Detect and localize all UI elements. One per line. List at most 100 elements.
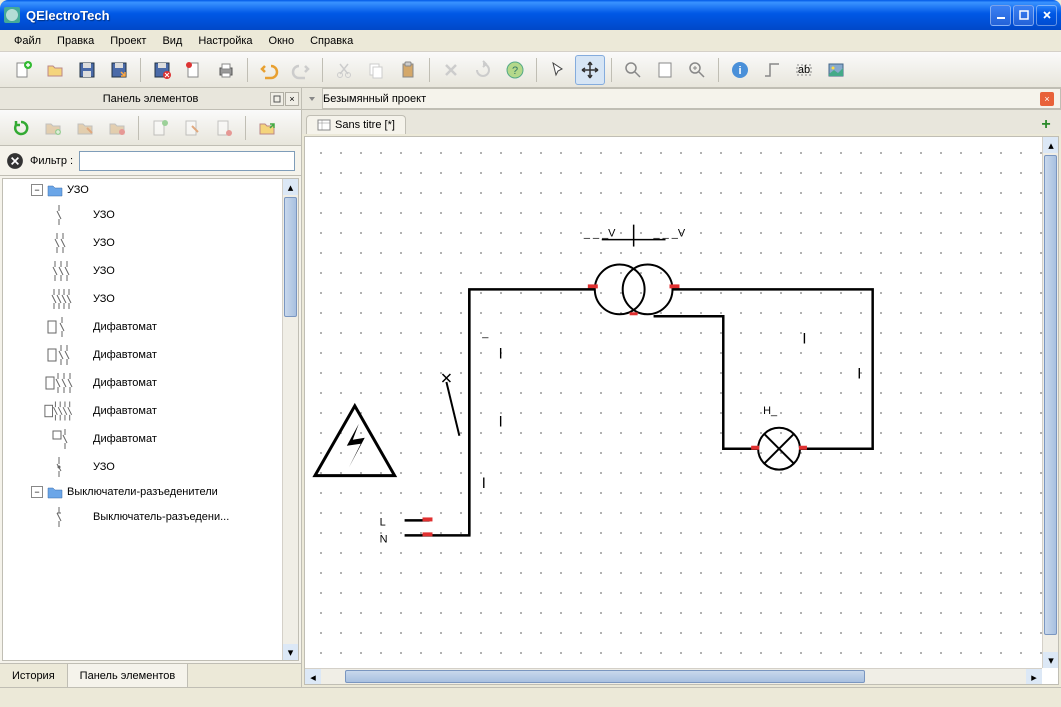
- svg-text:|: |: [482, 477, 485, 489]
- edit-folder-button[interactable]: [70, 113, 100, 143]
- scroll-right-icon[interactable]: ▸: [1026, 669, 1042, 685]
- new-button[interactable]: [8, 55, 38, 85]
- menu-project[interactable]: Проект: [102, 33, 154, 49]
- undo-button[interactable]: [254, 55, 284, 85]
- paste-button[interactable]: [393, 55, 423, 85]
- scroll-up-icon[interactable]: ▴: [283, 179, 298, 195]
- tree-folder-uzo[interactable]: − УЗО: [3, 179, 298, 201]
- open-button[interactable]: [40, 55, 70, 85]
- print-button[interactable]: [211, 55, 241, 85]
- rotate-button[interactable]: [468, 55, 498, 85]
- document-tab[interactable]: Безымянный проект ×: [322, 88, 1061, 109]
- scroll-left-icon[interactable]: ◂: [305, 669, 321, 685]
- menu-help[interactable]: Справка: [302, 33, 361, 49]
- scroll-up-icon[interactable]: ▴: [1043, 137, 1059, 153]
- info-help-button[interactable]: ?: [500, 55, 530, 85]
- filter-input[interactable]: [79, 151, 295, 171]
- schematic-drawing[interactable]: _ _ _V _ _ _V: [305, 137, 1042, 675]
- tab-list-button[interactable]: [302, 94, 322, 104]
- delete-folder-button[interactable]: [102, 113, 132, 143]
- new-folder-button[interactable]: [38, 113, 68, 143]
- window-maximize-button[interactable]: [1013, 5, 1034, 26]
- panel-close-button[interactable]: ×: [285, 92, 299, 106]
- delete-element-button[interactable]: [209, 113, 239, 143]
- main-toolbar: ? i ab: [0, 52, 1061, 88]
- page-button[interactable]: [650, 55, 680, 85]
- info-button[interactable]: i: [725, 55, 755, 85]
- copy-button[interactable]: [361, 55, 391, 85]
- scroll-down-icon[interactable]: ▾: [283, 644, 298, 660]
- tab-history[interactable]: История: [0, 664, 68, 687]
- zoom-fit-button[interactable]: [682, 55, 712, 85]
- panel-detach-button[interactable]: [270, 92, 284, 106]
- element-tree[interactable]: − УЗО УЗО УЗО УЗО УЗО Дифавтомат Дифавто…: [2, 178, 299, 661]
- add-sheet-button[interactable]: +: [1037, 116, 1055, 134]
- new-element-button[interactable]: [145, 113, 175, 143]
- tree-item[interactable]: УЗО: [3, 285, 298, 313]
- collapse-icon[interactable]: −: [31, 486, 43, 498]
- edit-element-button[interactable]: [177, 113, 207, 143]
- close-doc-button[interactable]: [147, 55, 177, 85]
- window-minimize-button[interactable]: [990, 5, 1011, 26]
- panel-bottom-tabs: История Панель элементов: [0, 663, 301, 687]
- scroll-down-icon[interactable]: ▾: [1043, 652, 1059, 668]
- tree-scrollbar[interactable]: ▴ ▾: [282, 179, 298, 660]
- wire-button[interactable]: [757, 55, 787, 85]
- image-button[interactable]: [821, 55, 851, 85]
- tree-item[interactable]: Дифавтомат: [3, 397, 298, 425]
- tree-item[interactable]: УЗО: [3, 257, 298, 285]
- close-tab-button[interactable]: ×: [1040, 92, 1054, 106]
- cut-button[interactable]: [329, 55, 359, 85]
- horizontal-scrollbar[interactable]: ◂ ▸: [305, 668, 1042, 684]
- scroll-thumb[interactable]: [284, 197, 297, 317]
- wire[interactable]: [405, 289, 595, 535]
- reload-button[interactable]: [6, 113, 36, 143]
- menu-window[interactable]: Окно: [261, 33, 303, 49]
- frame-button[interactable]: ab: [789, 55, 819, 85]
- clear-filter-icon[interactable]: [6, 152, 24, 170]
- tree-item[interactable]: УЗО: [3, 453, 298, 481]
- tab-elements[interactable]: Панель элементов: [68, 664, 189, 687]
- save-as-button[interactable]: [104, 55, 134, 85]
- transformer-symbol[interactable]: [588, 264, 680, 314]
- document-tab-label: Безымянный проект: [323, 93, 426, 105]
- sheet-tab[interactable]: Sans titre [*]: [306, 115, 406, 134]
- svg-text:|: |: [499, 415, 502, 427]
- move-tool-button[interactable]: [575, 55, 605, 85]
- menu-edit[interactable]: Правка: [49, 33, 102, 49]
- delete-button[interactable]: [436, 55, 466, 85]
- import-button[interactable]: [252, 113, 282, 143]
- tree-item[interactable]: Дифавтомат: [3, 425, 298, 453]
- lamp-symbol[interactable]: [751, 428, 807, 470]
- svg-text:?: ?: [512, 65, 518, 77]
- elements-panel: Панель элементов × Фильтр : −: [0, 88, 302, 687]
- window-title: QElectroTech: [26, 8, 990, 23]
- redo-button[interactable]: [286, 55, 316, 85]
- wire[interactable]: [654, 316, 759, 448]
- tree-item[interactable]: УЗО: [3, 201, 298, 229]
- tree-folder-switches[interactable]: − Выключатели-разъеденители: [3, 481, 298, 503]
- h-scroll-thumb[interactable]: [345, 670, 865, 683]
- wire[interactable]: [672, 289, 872, 448]
- tree-item[interactable]: Дифавтомат: [3, 369, 298, 397]
- save-button[interactable]: [72, 55, 102, 85]
- warning-symbol[interactable]: [315, 406, 395, 476]
- window-close-button[interactable]: [1036, 5, 1057, 26]
- canvas[interactable]: _ _ _V _ _ _V: [304, 136, 1059, 685]
- menu-view[interactable]: Вид: [154, 33, 190, 49]
- filter-row: Фильтр :: [0, 146, 301, 176]
- collapse-icon[interactable]: −: [31, 184, 43, 196]
- tree-item[interactable]: Дифавтомат: [3, 341, 298, 369]
- pointer-tool-button[interactable]: [543, 55, 573, 85]
- export-button[interactable]: [179, 55, 209, 85]
- tree-item[interactable]: Выключатель-разъедени...: [3, 503, 298, 531]
- menu-file[interactable]: Файл: [6, 33, 49, 49]
- menu-settings[interactable]: Настройка: [190, 33, 260, 49]
- switch-symbol[interactable]: [442, 289, 459, 435]
- v-scroll-thumb[interactable]: [1044, 155, 1057, 635]
- tree-item[interactable]: Дифавтомат: [3, 313, 298, 341]
- label-v-left: _ _ _V: [583, 228, 616, 240]
- zoom-button[interactable]: [618, 55, 648, 85]
- tree-item[interactable]: УЗО: [3, 229, 298, 257]
- vertical-scrollbar[interactable]: ▴ ▾: [1042, 137, 1058, 668]
